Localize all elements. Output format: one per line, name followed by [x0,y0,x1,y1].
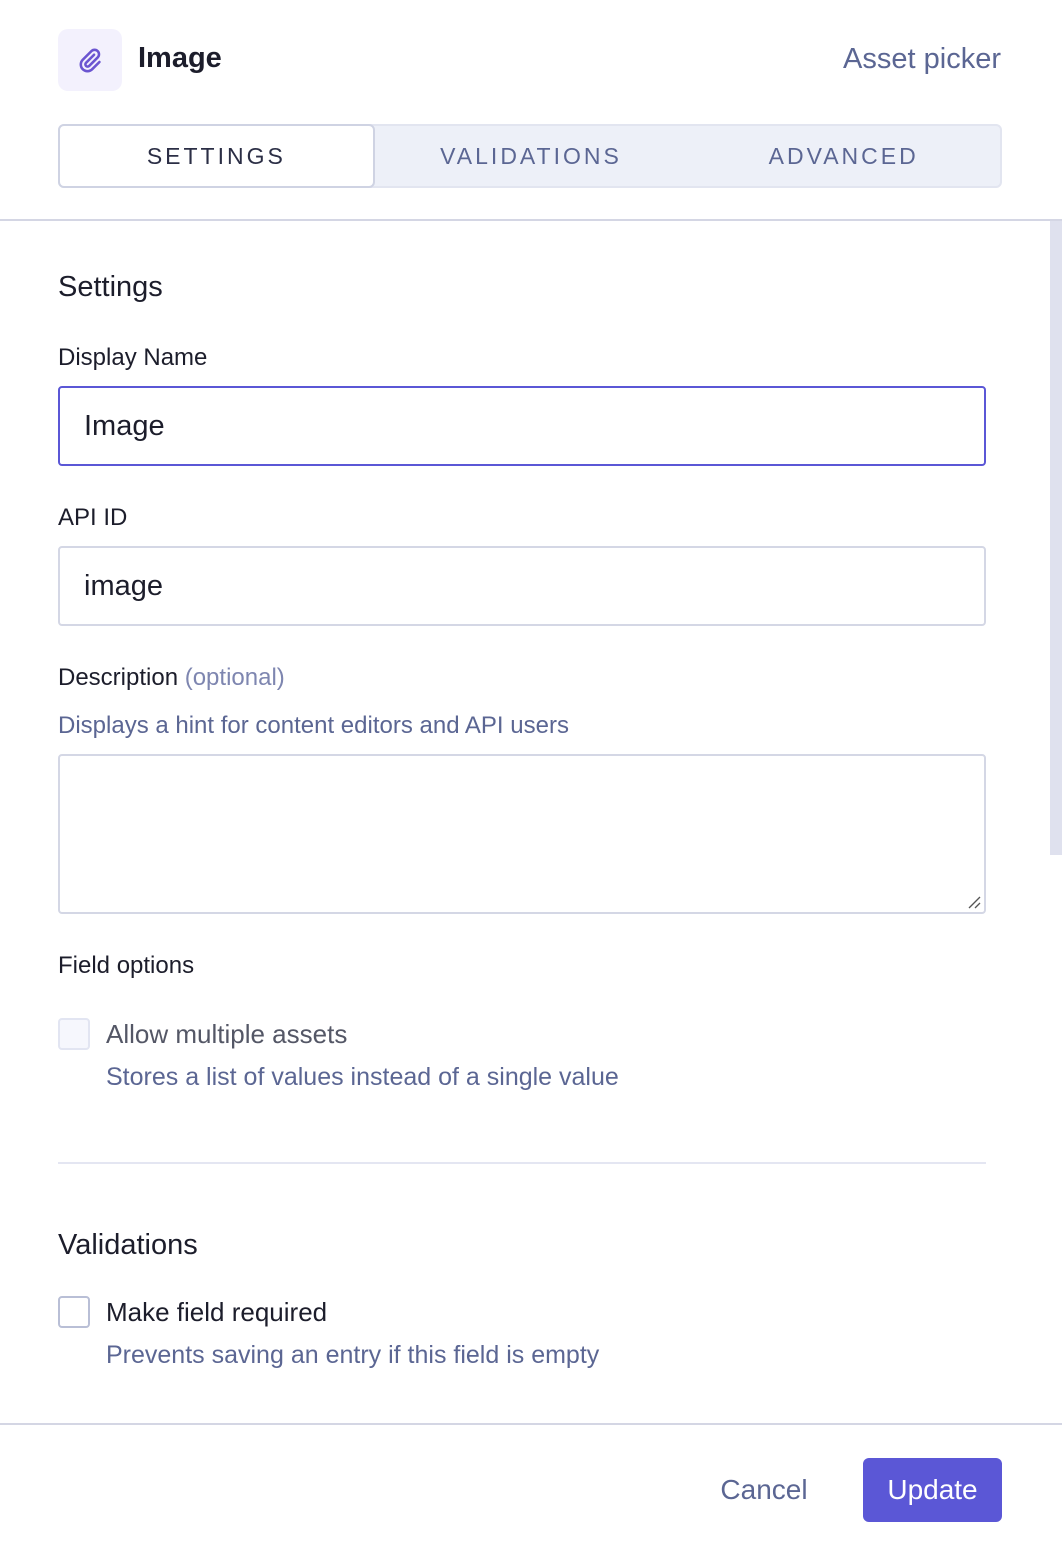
update-button[interactable]: Update [863,1458,1002,1522]
make-required-checkbox[interactable] [58,1296,90,1328]
allow-multiple-hint: Stores a list of values instead of a sin… [106,1063,619,1091]
description-hint: Displays a hint for content editors and … [58,712,569,739]
paperclip-icon [79,48,101,73]
api-id-input[interactable] [58,546,986,626]
description-textarea[interactable] [58,754,986,914]
settings-section-title: Settings [58,271,163,303]
api-id-label: API ID [58,504,128,531]
footer-divider [0,1423,1062,1425]
header-divider [0,219,1062,221]
make-required-label: Make field required [106,1297,328,1327]
tab-bar: SETTINGS VALIDATIONS ADVANCED [58,124,1002,188]
allow-multiple-label: Allow multiple assets [106,1019,348,1049]
field-editor-header: Image Asset picker SETTINGS VALIDATIONS … [0,0,1062,220]
field-options-title: Field options [58,952,195,979]
field-type-icon-box [58,29,122,91]
field-type-label: Asset picker [843,43,1001,75]
tab-settings[interactable]: SETTINGS [58,124,375,188]
make-required-hint: Prevents saving an entry if this field i… [106,1341,600,1369]
description-label: Description (optional) [58,664,285,692]
field-title: Image [138,42,222,74]
display-name-input[interactable] [58,386,986,466]
description-label-text: Description [58,664,179,691]
tab-validations[interactable]: VALIDATIONS [375,126,688,186]
section-divider [58,1162,986,1164]
display-name-label: Display Name [58,344,208,371]
allow-multiple-checkbox[interactable] [58,1018,90,1050]
cancel-button[interactable]: Cancel [700,1458,828,1522]
scrollbar-thumb[interactable] [1050,221,1062,855]
tab-advanced[interactable]: ADVANCED [687,126,1000,186]
resize-handle-icon[interactable] [966,894,982,910]
validations-section-title: Validations [58,1229,198,1261]
optional-tag: (optional) [184,664,285,691]
